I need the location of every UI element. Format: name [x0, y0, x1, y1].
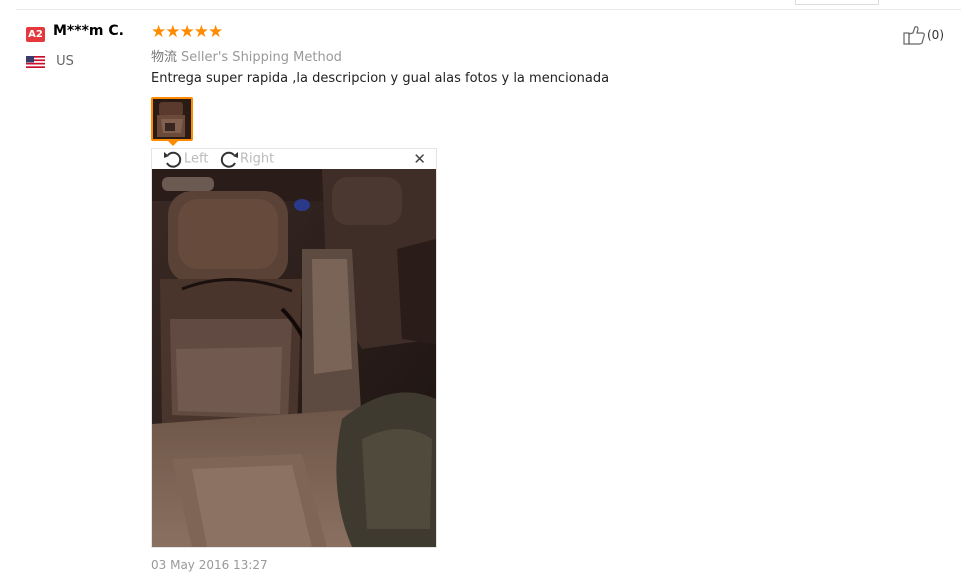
shipping-value: Seller's Shipping Method: [181, 50, 342, 65]
level-badge: A2: [26, 27, 45, 42]
car-interior-photo: [152, 169, 436, 547]
rating-stars: ★★★★★: [151, 22, 223, 42]
reviewer-country: US: [26, 51, 74, 70]
shipping-method: 物流 Seller's Shipping Method: [151, 46, 342, 65]
top-divider: [16, 9, 961, 10]
rotate-right-icon: [220, 151, 238, 168]
review-photo: [152, 169, 436, 547]
rotate-left-icon: [164, 151, 182, 168]
photo-thumbnail[interactable]: [151, 97, 193, 141]
us-flag-icon: [26, 55, 45, 68]
review-date: 03 May 2016 13:27: [151, 558, 268, 572]
helpful-button[interactable]: (0): [903, 24, 944, 45]
thumbs-up-icon: [903, 25, 925, 45]
top-control-edge: [795, 0, 879, 5]
close-icon[interactable]: ✕: [413, 151, 426, 167]
viewer-toolbar: Left Right ✕: [152, 149, 436, 169]
shipping-label: 物流: [151, 50, 178, 65]
thumbnail-image: [153, 99, 191, 139]
rotate-right-label: Right: [240, 151, 275, 167]
country-code: US: [56, 54, 74, 69]
thumbnail-pointer: [166, 139, 180, 146]
review-text: Entrega super rapida ,la descripcion y g…: [151, 71, 610, 86]
reviewer-name: M***m C.: [53, 23, 124, 39]
helpful-count: (0): [927, 27, 944, 42]
photo-viewer: Left Right ✕: [151, 148, 437, 548]
rotate-left-button[interactable]: Left: [162, 149, 208, 169]
reviewer-info: A2 M***m C. US: [26, 23, 124, 69]
rotate-right-button[interactable]: Right: [218, 149, 274, 169]
rotate-left-label: Left: [184, 151, 209, 167]
